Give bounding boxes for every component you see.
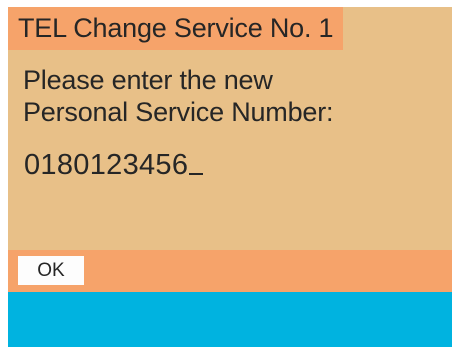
softkey-bar: OK [8, 250, 452, 292]
status-band [8, 292, 452, 347]
service-number-input[interactable]: 0180123456 [24, 149, 204, 182]
service-number-value: 0180123456 [24, 149, 189, 181]
prompt-line-2: Personal Service Number: [23, 97, 334, 127]
ok-button[interactable]: OK [18, 256, 84, 285]
text-cursor [189, 173, 204, 175]
prompt-line-1: Please enter the new [23, 65, 273, 95]
phone-display: TEL Change Service No. 1 Please enter th… [8, 7, 452, 347]
page-title: TEL Change Service No. 1 [18, 13, 334, 43]
prompt-text: Please enter the new Personal Service Nu… [23, 64, 334, 128]
title-bar: TEL Change Service No. 1 [8, 7, 344, 50]
